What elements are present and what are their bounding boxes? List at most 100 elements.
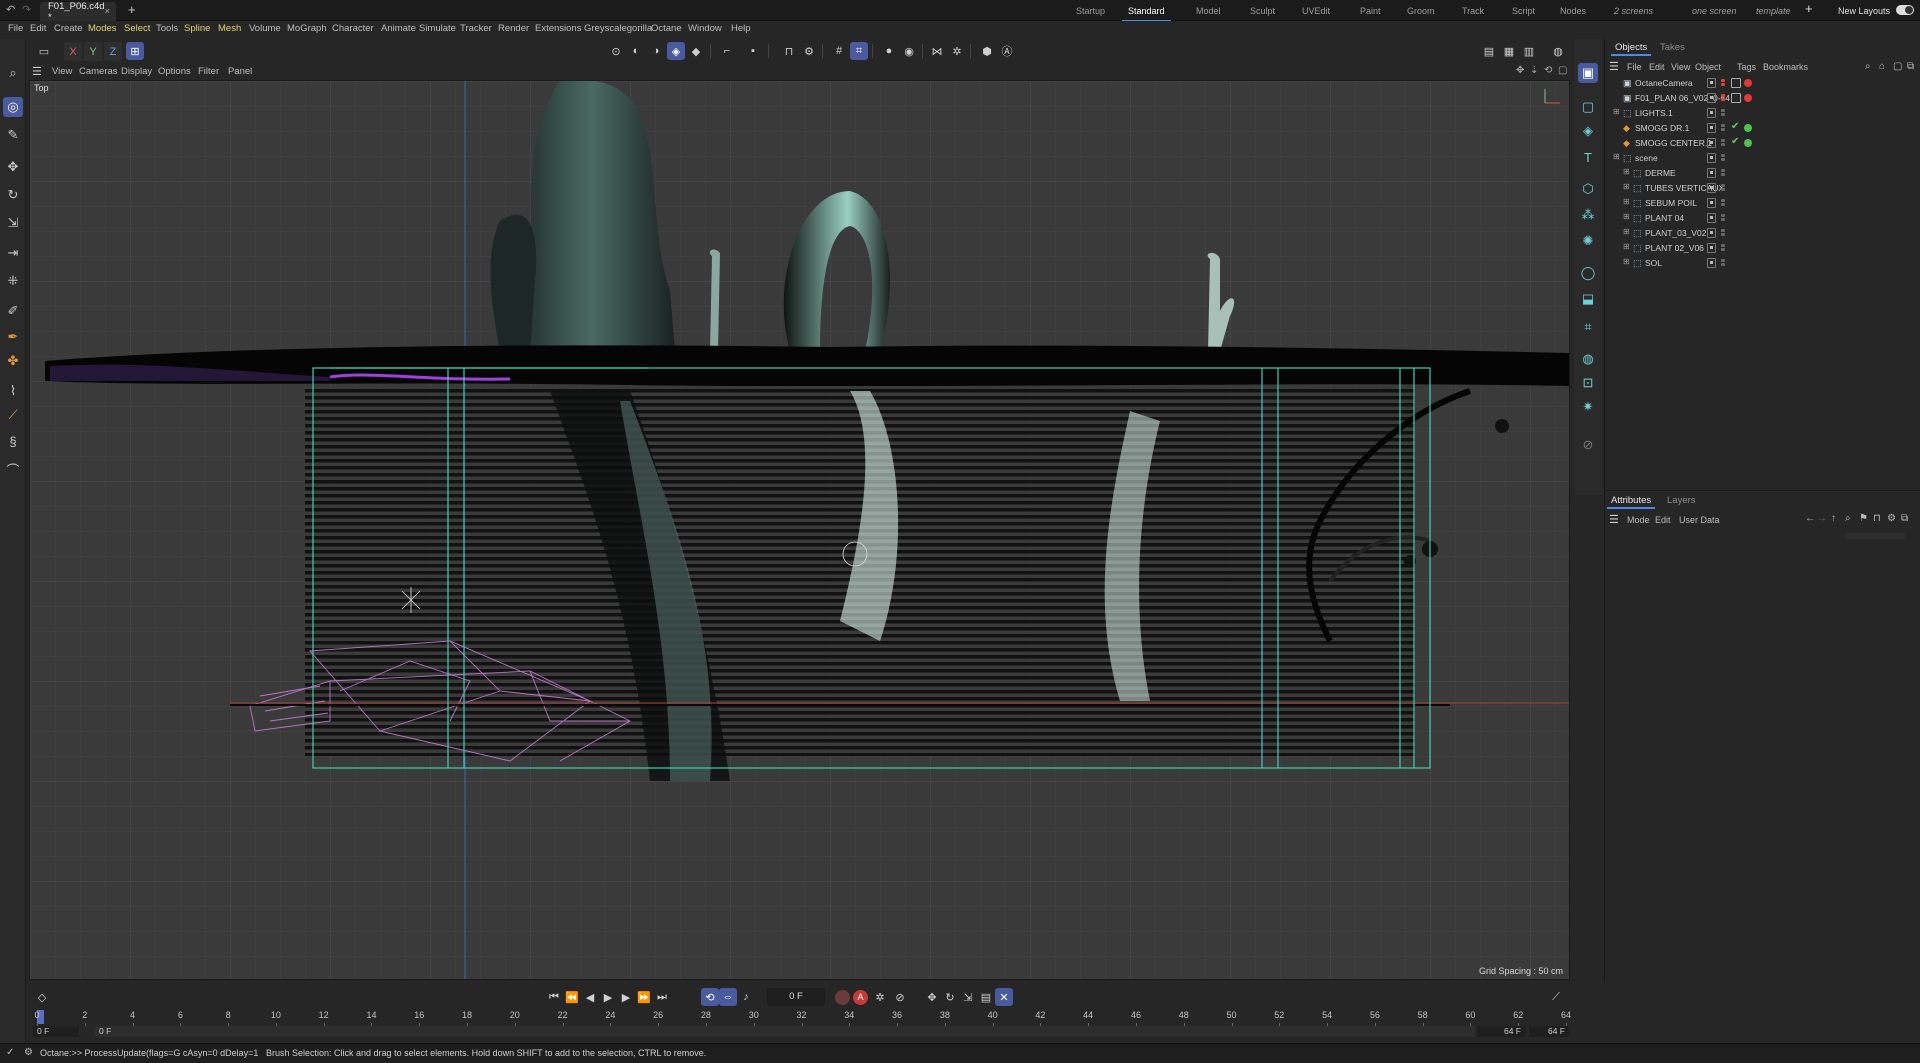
visibility-dots-icon[interactable]: [1721, 184, 1727, 193]
layer-tag-icon[interactable]: [1707, 78, 1716, 88]
next-key-icon[interactable]: ⏩: [635, 988, 653, 1006]
objects-home-icon[interactable]: ⌂: [1879, 61, 1885, 72]
symmetry-icon[interactable]: ⋈: [928, 42, 946, 60]
object-row[interactable]: ◆ SMOGG CENTER.1 ✔: [1605, 136, 1920, 151]
current-frame-field[interactable]: 0 F: [767, 988, 825, 1006]
menu-greyscalegorilla[interactable]: Greyscalegorilla: [584, 23, 652, 34]
dynamics-icon[interactable]: ✲: [948, 42, 966, 60]
environment-icon[interactable]: ◍: [1578, 349, 1598, 369]
viewport-dolly-icon[interactable]: ⇣: [1530, 65, 1538, 76]
layer-tag-icon[interactable]: [1707, 123, 1716, 133]
viewport-maximize-icon[interactable]: ▢: [1558, 65, 1567, 76]
workplane-icon[interactable]: ▪: [744, 42, 762, 60]
expand-toggle-icon[interactable]: ⊞: [1623, 182, 1630, 191]
layout-tab-one-screen[interactable]: one screen: [1692, 3, 1737, 19]
object-row[interactable]: ⊞ ⬚ SEBUM POIL: [1605, 196, 1920, 211]
timeline-ruler[interactable]: 0 2 4 6 8 10 12 14 16 18 20 22 24 26 28 30 32 34 36 38 40 42 4…: [29, 1010, 1571, 1026]
expand-toggle-icon[interactable]: ⊞: [1623, 227, 1630, 236]
objects-menu-tags[interactable]: Tags: [1737, 62, 1756, 72]
grid-icon[interactable]: #: [830, 42, 848, 60]
menu-simulate[interactable]: Simulate: [419, 23, 456, 34]
viewport-menu-panel[interactable]: Panel: [228, 66, 252, 77]
attributes-lock-icon[interactable]: ⊓: [1873, 513, 1881, 524]
play-icon[interactable]: ▶: [599, 988, 617, 1006]
layer-tag-icon[interactable]: [1707, 168, 1716, 178]
layer-tag-icon[interactable]: [1707, 93, 1716, 103]
octane-tag-green-icon[interactable]: [1744, 139, 1752, 147]
camera-object-icon[interactable]: ⬓: [1578, 289, 1598, 309]
layer-tag-icon[interactable]: [1707, 258, 1716, 268]
knife-icon[interactable]: ⟋: [3, 405, 23, 425]
object-name[interactable]: PLANT 02_V06: [1645, 243, 1704, 253]
redo-icon[interactable]: ↷: [22, 3, 31, 16]
attributes-menu-user-data[interactable]: User Data: [1679, 515, 1720, 525]
mograph-cloner-icon[interactable]: ⁂: [1578, 205, 1598, 225]
object-row[interactable]: ⊞ ⬚ SOL: [1605, 256, 1920, 271]
object-row[interactable]: ⊞ ⬚ PLANT 02_V06: [1605, 241, 1920, 256]
objects-hamburger-icon[interactable]: ☰: [1609, 60, 1619, 73]
layer-tag-icon[interactable]: [1707, 213, 1716, 223]
tab-takes[interactable]: Takes: [1660, 42, 1685, 53]
layout-tab-groom[interactable]: Groom: [1407, 3, 1435, 19]
objects-menu-edit[interactable]: Edit: [1649, 62, 1665, 72]
layout-tab-2-screens[interactable]: 2 screens: [1614, 3, 1653, 19]
range-slider[interactable]: 0 F: [95, 1026, 1475, 1037]
visibility-dots-icon[interactable]: [1721, 229, 1727, 238]
layout-tab-sculpt[interactable]: Sculpt: [1250, 3, 1275, 19]
expand-toggle-icon[interactable]: ⊞: [1623, 197, 1630, 206]
edges-mode-icon[interactable]: ◐: [627, 42, 645, 60]
layer-tag-icon[interactable]: [1707, 183, 1716, 193]
object-row[interactable]: ⊞ ⬚ TUBES VERTICAUX: [1605, 181, 1920, 196]
objects-menu-bookmarks[interactable]: Bookmarks: [1763, 62, 1808, 72]
texture-mode-icon[interactable]: ◆: [687, 42, 705, 60]
document-tab[interactable]: F01_P06.c4d * ×: [40, 1, 116, 23]
keyframe-selection-icon[interactable]: ✲: [871, 988, 889, 1006]
menu-select[interactable]: Select: [124, 23, 150, 34]
layout-tab-track[interactable]: Track: [1462, 3, 1484, 19]
tweak-icon[interactable]: ✎: [3, 125, 23, 145]
object-name[interactable]: SMOGG DR.1: [1635, 123, 1689, 133]
viewport-menu-options[interactable]: Options: [158, 66, 191, 77]
go-to-start-icon[interactable]: ⏮: [545, 988, 563, 1006]
layout-tab-uvedit[interactable]: UVEdit: [1302, 3, 1330, 19]
object-name[interactable]: SOL: [1645, 258, 1662, 268]
render-to-picture-viewer-icon[interactable]: ▦: [1500, 42, 1518, 60]
visibility-dots-icon[interactable]: [1721, 259, 1727, 268]
visibility-dots-icon[interactable]: [1721, 154, 1727, 163]
playback-range-icon[interactable]: ⇔: [719, 988, 737, 1006]
move-icon[interactable]: ✥: [3, 157, 23, 177]
menu-help[interactable]: Help: [731, 23, 751, 34]
object-mode-icon[interactable]: ◈: [667, 42, 685, 60]
record-position-icon[interactable]: ✥: [923, 988, 941, 1006]
attributes-menu-edit[interactable]: Edit: [1655, 515, 1671, 525]
menu-tools[interactable]: Tools: [156, 23, 178, 34]
visibility-dots-icon[interactable]: [1721, 94, 1727, 103]
rotate-icon[interactable]: ↻: [3, 185, 23, 205]
attributes-menu-mode[interactable]: Mode: [1627, 515, 1650, 525]
x-axis-lock-button[interactable]: X: [64, 42, 82, 61]
menu-mesh[interactable]: Mesh: [218, 23, 241, 34]
attributes-hamburger-icon[interactable]: ☰: [1609, 513, 1619, 526]
layer-tag-icon[interactable]: [1707, 228, 1716, 238]
search-icon[interactable]: ⌕: [3, 63, 23, 83]
layout-tab-standard[interactable]: Standard: [1122, 3, 1170, 22]
object-name[interactable]: scene: [1635, 153, 1658, 163]
scale-icon[interactable]: ⇲: [3, 213, 23, 233]
forward-arrow-icon[interactable]: →: [1817, 513, 1827, 524]
attributes-filter-icon[interactable]: ⚑: [1859, 513, 1868, 524]
render-view-icon[interactable]: ▤: [1480, 42, 1498, 60]
viewport-hamburger-icon[interactable]: ☰: [32, 65, 42, 78]
axis-mode-icon[interactable]: ⌐: [718, 42, 736, 60]
viewport-move-icon[interactable]: ✥: [1516, 65, 1524, 76]
magnet-icon[interactable]: §: [3, 431, 23, 451]
menu-create[interactable]: Create: [54, 23, 83, 34]
new-tab-icon[interactable]: +: [128, 2, 136, 17]
menu-mograph[interactable]: MoGraph: [287, 23, 327, 34]
menu-file[interactable]: File: [8, 23, 23, 34]
live-selection-icon[interactable]: ◎: [3, 97, 23, 117]
snap-icon[interactable]: ⊓: [780, 42, 798, 60]
enabled-check-icon[interactable]: ✔: [1731, 121, 1739, 132]
visibility-dots-icon[interactable]: [1721, 109, 1727, 118]
z-axis-lock-button[interactable]: Z: [104, 42, 122, 61]
enabled-check-icon[interactable]: ✔: [1731, 136, 1739, 147]
